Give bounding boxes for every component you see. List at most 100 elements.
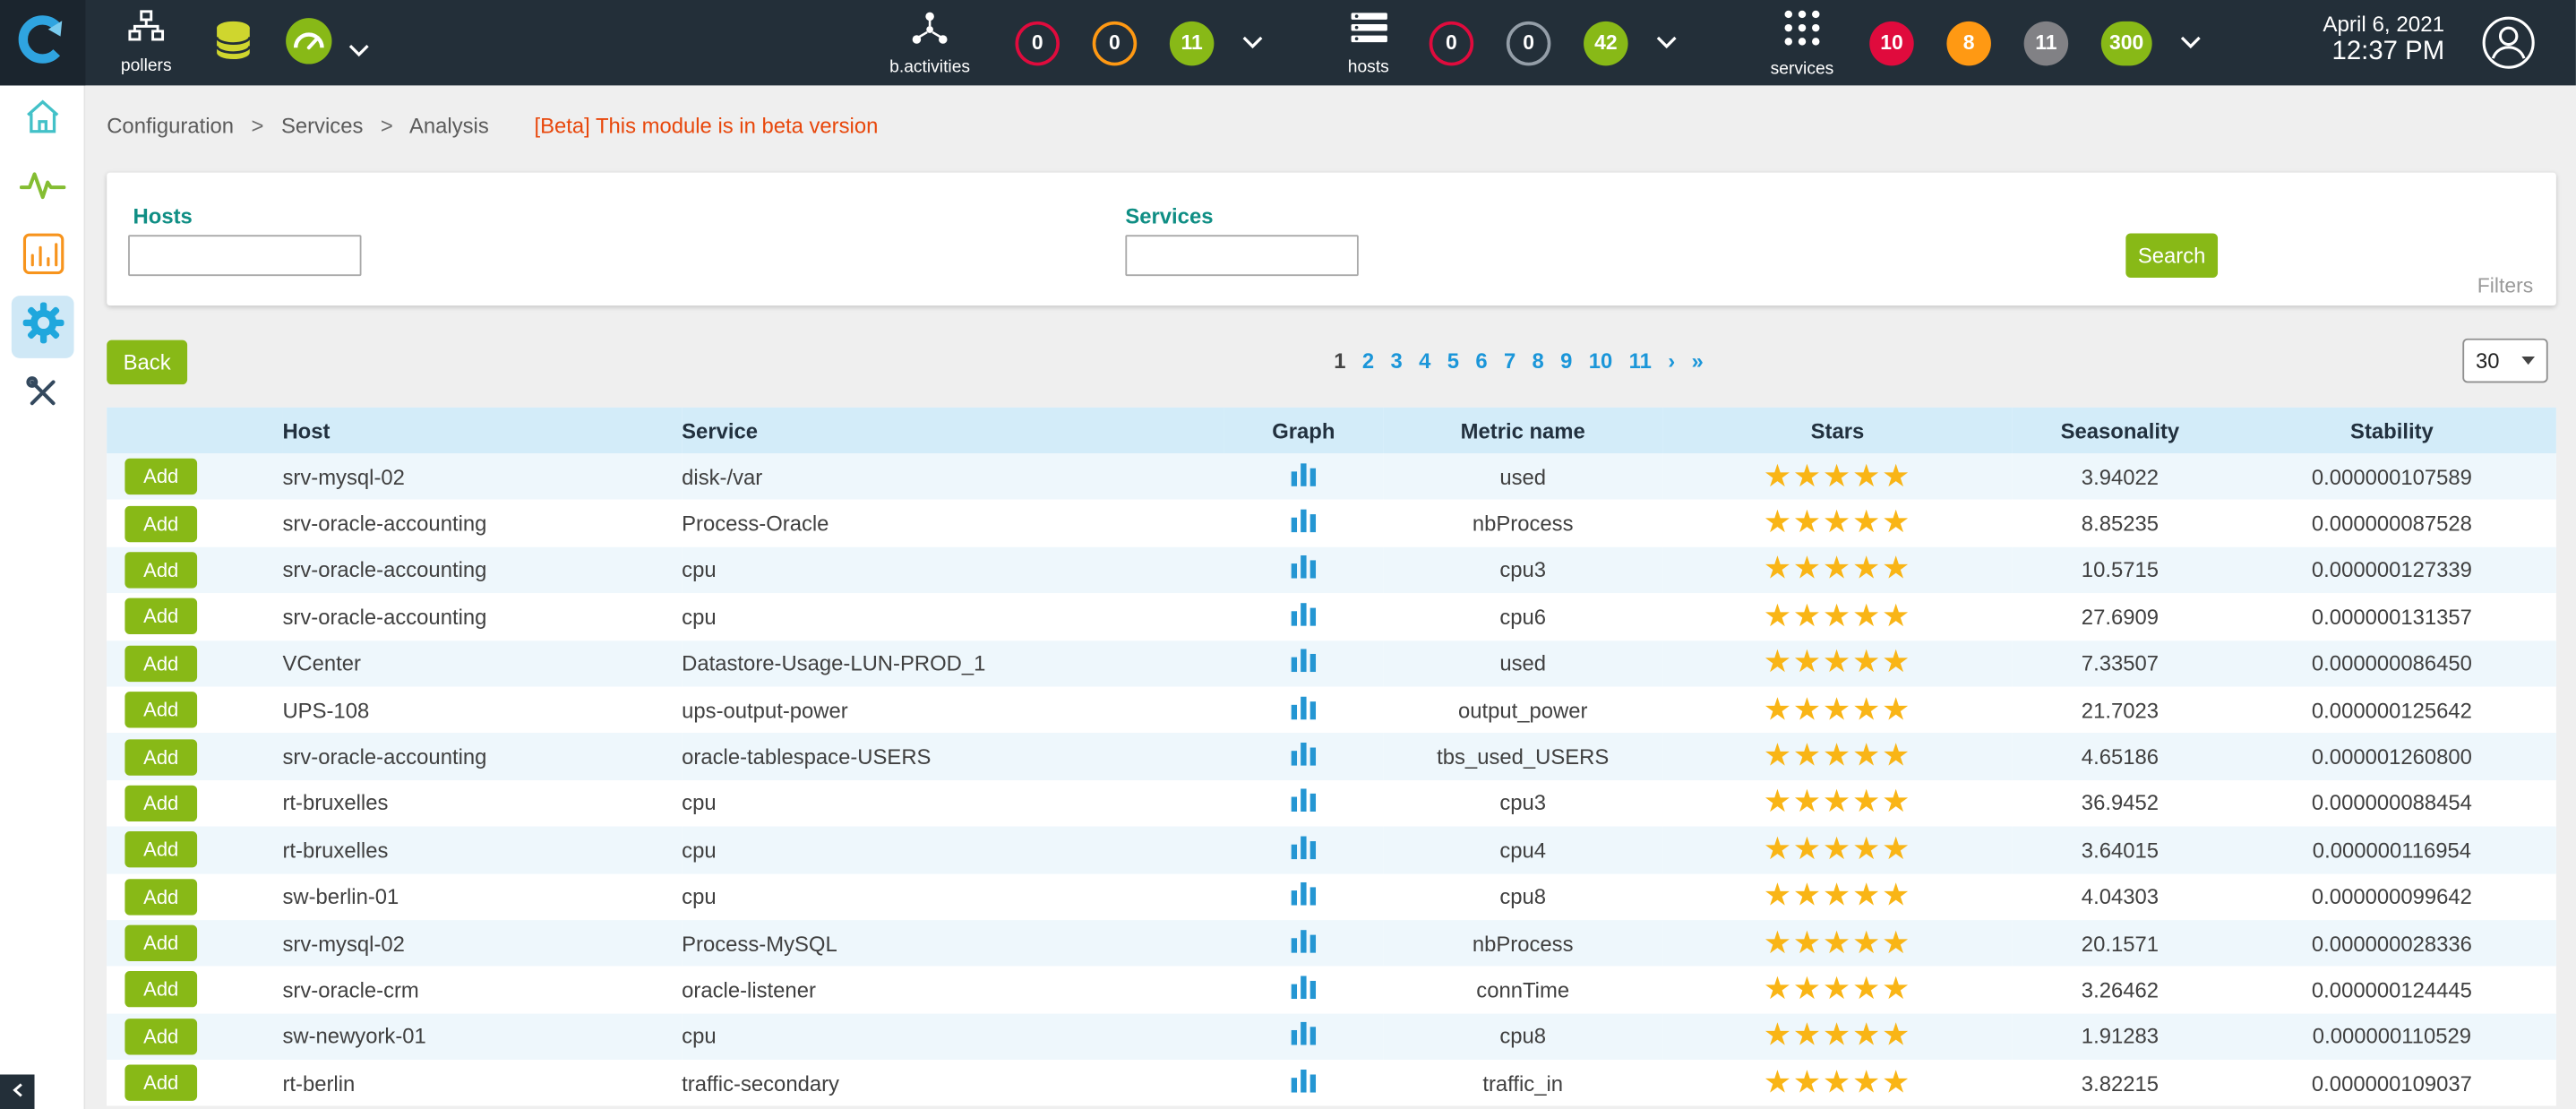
table-row: Addsrv-oracle-accountingProcess-Oraclenb…: [107, 500, 2556, 546]
status-badge[interactable]: 300: [2101, 21, 2152, 65]
graph-icon[interactable]: [1292, 976, 1317, 999]
pagination-page[interactable]: 11: [1629, 348, 1652, 374]
graph-icon[interactable]: [1292, 510, 1317, 533]
graph-icon[interactable]: [1292, 882, 1317, 906]
pagination-page[interactable]: 1: [1334, 348, 1345, 374]
add-button[interactable]: Add: [125, 1019, 197, 1054]
star-rating: ★★★★★: [1764, 739, 1911, 774]
seasonality-cell: 10.5715: [2013, 546, 2228, 593]
status-badge[interactable]: 11: [2024, 21, 2069, 65]
centreon-logo-icon: [16, 13, 69, 73]
breadcrumb-separator: >: [381, 114, 393, 139]
chevron-down-icon[interactable]: [348, 36, 370, 65]
chevron-down-icon[interactable]: [1656, 28, 1678, 57]
sidebar-item-configuration[interactable]: [0, 292, 85, 361]
ba-menu[interactable]: b.activities: [854, 9, 1006, 76]
status-badge[interactable]: 0: [1507, 21, 1551, 65]
pagination-page[interactable]: 2: [1362, 348, 1374, 374]
heartbeat-icon: [20, 168, 65, 210]
add-button[interactable]: Add: [125, 786, 197, 821]
graph-icon[interactable]: [1292, 836, 1317, 859]
add-button[interactable]: Add: [125, 552, 197, 588]
search-button[interactable]: Search: [2125, 233, 2218, 278]
graph-icon[interactable]: [1292, 1022, 1317, 1045]
graph-icon[interactable]: [1292, 649, 1317, 673]
sidebar-item-reporting[interactable]: [0, 223, 85, 292]
graph-icon[interactable]: [1292, 929, 1317, 952]
status-badge[interactable]: 10: [1869, 21, 1914, 65]
metric-cell: cpu8: [1383, 1013, 1662, 1060]
services-filter-input[interactable]: [1125, 235, 1358, 276]
pagination-next[interactable]: ›: [1668, 348, 1675, 374]
graph-icon[interactable]: [1292, 1070, 1317, 1093]
add-button[interactable]: Add: [125, 645, 197, 681]
user-icon[interactable]: [2480, 15, 2536, 80]
add-button[interactable]: Add: [125, 832, 197, 868]
back-button[interactable]: Back: [107, 340, 187, 385]
add-button[interactable]: Add: [125, 692, 197, 727]
breadcrumb-analysis[interactable]: Analysis: [409, 114, 489, 139]
analysis-table-body: Addsrv-mysql-02disk-/varused★★★★★3.94022…: [107, 453, 2556, 1106]
home-icon: [23, 96, 63, 143]
add-button[interactable]: Add: [125, 972, 197, 1008]
hosts-menu[interactable]: hosts: [1318, 9, 1420, 76]
latency-status-icon[interactable]: [284, 16, 333, 73]
breadcrumb-separator: >: [252, 114, 264, 139]
pollers-menu[interactable]: pollers: [105, 10, 187, 75]
page-size-select[interactable]: 30: [2462, 339, 2547, 383]
metric-cell: nbProcess: [1383, 500, 1662, 546]
pagination-page[interactable]: 8: [1533, 348, 1544, 374]
host-cell: srv-oracle-accounting: [282, 546, 682, 593]
add-button[interactable]: Add: [125, 1065, 197, 1101]
chevron-down-icon[interactable]: [1242, 28, 1264, 57]
hosts-filter-input[interactable]: [128, 235, 361, 276]
graph-icon[interactable]: [1292, 603, 1317, 626]
services-menu[interactable]: services: [1745, 7, 1859, 78]
status-badge[interactable]: 8: [1946, 21, 1991, 65]
status-badge[interactable]: 42: [1584, 21, 1628, 65]
column-header-add: [107, 408, 282, 453]
pagination-last[interactable]: »: [1692, 348, 1704, 374]
pagination-page[interactable]: 3: [1391, 348, 1403, 374]
metric-cell: cpu4: [1383, 827, 1662, 873]
chevron-down-icon[interactable]: [2180, 28, 2202, 57]
add-button[interactable]: Add: [125, 459, 197, 494]
database-status-icon[interactable]: [209, 16, 258, 73]
metric-cell: tbs_used_USERS: [1383, 734, 1662, 780]
graph-icon[interactable]: [1292, 463, 1317, 486]
pagination-page[interactable]: 10: [1589, 348, 1613, 374]
sidebar-item-administration[interactable]: [0, 362, 85, 431]
pagination-page[interactable]: 9: [1560, 348, 1572, 374]
pagination-page[interactable]: 7: [1504, 348, 1516, 374]
pagination-page[interactable]: 4: [1419, 348, 1430, 374]
status-badge[interactable]: 0: [1093, 21, 1138, 65]
pagination-page[interactable]: 5: [1447, 348, 1459, 374]
graph-icon[interactable]: [1292, 743, 1317, 766]
add-button[interactable]: Add: [125, 925, 197, 961]
metric-cell: cpu6: [1383, 593, 1662, 640]
sidebar-item-home[interactable]: [0, 85, 85, 154]
graph-icon[interactable]: [1292, 696, 1317, 719]
star-rating: ★★★★★: [1764, 973, 1911, 1008]
status-badge[interactable]: 0: [1430, 21, 1474, 65]
filters-toggle[interactable]: Filters: [2477, 274, 2533, 297]
add-button[interactable]: Add: [125, 598, 197, 634]
breadcrumb-services[interactable]: Services: [281, 114, 363, 139]
status-badge[interactable]: 0: [1015, 21, 1060, 65]
gear-icon: [21, 301, 65, 354]
stability-cell: 0.000000110529: [2228, 1013, 2556, 1060]
service-cell: cpu: [682, 1013, 1224, 1060]
host-cell: srv-oracle-accounting: [282, 734, 682, 780]
status-badge[interactable]: 11: [1170, 21, 1215, 65]
add-button[interactable]: Add: [125, 879, 197, 915]
add-button[interactable]: Add: [125, 505, 197, 541]
graph-icon[interactable]: [1292, 789, 1317, 812]
sidebar-item-monitoring[interactable]: [0, 154, 85, 223]
centreon-logo[interactable]: [0, 0, 85, 85]
pagination-page[interactable]: 6: [1475, 348, 1487, 374]
graph-icon[interactable]: [1292, 556, 1317, 580]
breadcrumb-configuration[interactable]: Configuration: [107, 114, 234, 139]
add-button[interactable]: Add: [125, 738, 197, 774]
sidebar-collapse-button[interactable]: [0, 1075, 35, 1109]
service-cell: ups-output-power: [682, 687, 1224, 734]
